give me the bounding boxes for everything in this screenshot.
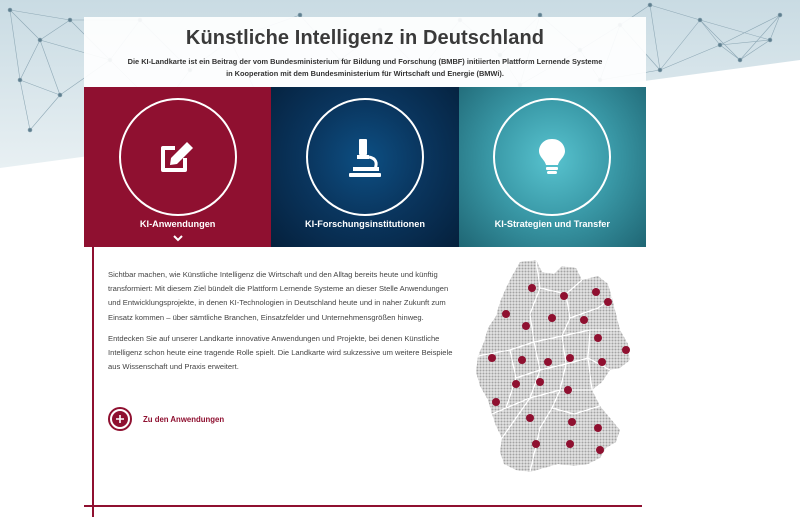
tile-icon-ring — [305, 98, 424, 216]
plus-circle-icon — [108, 407, 132, 431]
map-marker[interactable] — [594, 334, 602, 342]
map-marker[interactable] — [548, 314, 556, 322]
map-marker[interactable] — [598, 358, 606, 366]
zu-den-anwendungen-button[interactable]: Zu den Anwendungen — [108, 407, 224, 431]
map-marker[interactable] — [580, 316, 588, 324]
map-marker[interactable] — [596, 446, 604, 454]
map-marker[interactable] — [604, 298, 612, 306]
chevron-down-icon — [172, 235, 183, 242]
map-marker[interactable] — [544, 358, 552, 366]
map-marker[interactable] — [526, 414, 534, 422]
map-marker[interactable] — [492, 398, 500, 406]
tile-label: KI-Anwendungen — [139, 219, 216, 229]
map-marker[interactable] — [566, 354, 574, 362]
germany-map[interactable] — [470, 258, 640, 480]
tile-icon-ring — [493, 98, 612, 216]
map-marker[interactable] — [522, 322, 530, 330]
map-marker[interactable] — [532, 440, 540, 448]
map-marker[interactable] — [528, 284, 536, 292]
intro-content: Sichtbar machen, wie Künstliche Intellig… — [108, 268, 453, 381]
paragraph: Entdecken Sie auf unserer Landkarte inno… — [108, 333, 453, 372]
cta-label: Zu den Anwendungen — [143, 414, 225, 424]
map-marker[interactable] — [536, 378, 544, 386]
map-marker[interactable] — [568, 418, 576, 426]
microscope-icon — [348, 139, 381, 177]
map-marker[interactable] — [488, 354, 496, 362]
paragraph: Sichtbar machen, wie Künstliche Intellig… — [108, 270, 449, 322]
lightbulb-icon — [539, 139, 566, 174]
divider-vertical — [92, 247, 94, 517]
tile-icon-ring — [118, 98, 237, 216]
map-marker[interactable] — [502, 310, 510, 318]
map-marker[interactable] — [518, 356, 526, 364]
divider-horizontal — [84, 505, 642, 507]
map-marker[interactable] — [594, 424, 602, 432]
tile-ki-strategien[interactable]: KI-Strategien und Transfer — [458, 87, 646, 247]
tile-ki-forschungsinstitutionen[interactable]: KI-Forschungsinstitutionen — [271, 87, 459, 247]
edit-icon — [160, 142, 193, 172]
header-card: Künstliche Intelligenz in Deutschland Di… — [84, 17, 646, 87]
tile-label: KI-Forschungsinstitutionen — [305, 219, 425, 229]
tile-label: KI-Strategien und Transfer — [494, 219, 610, 229]
map-marker[interactable] — [512, 380, 520, 388]
map-marker[interactable] — [592, 288, 600, 296]
category-tiles: KI-Anwendungen KI-Forschungsinstitutione… — [84, 87, 646, 247]
map-marker[interactable] — [564, 386, 572, 394]
page-title: Künstliche Intelligenz in Deutschland — [185, 27, 545, 49]
map-marker[interactable] — [566, 440, 574, 448]
intro-text: Die KI-Landkarte ist ein Beitrag der vom… — [127, 57, 603, 78]
tile-ki-anwendungen[interactable]: KI-Anwendungen — [84, 87, 272, 247]
map-marker[interactable] — [560, 292, 568, 300]
map-marker[interactable] — [622, 346, 630, 354]
